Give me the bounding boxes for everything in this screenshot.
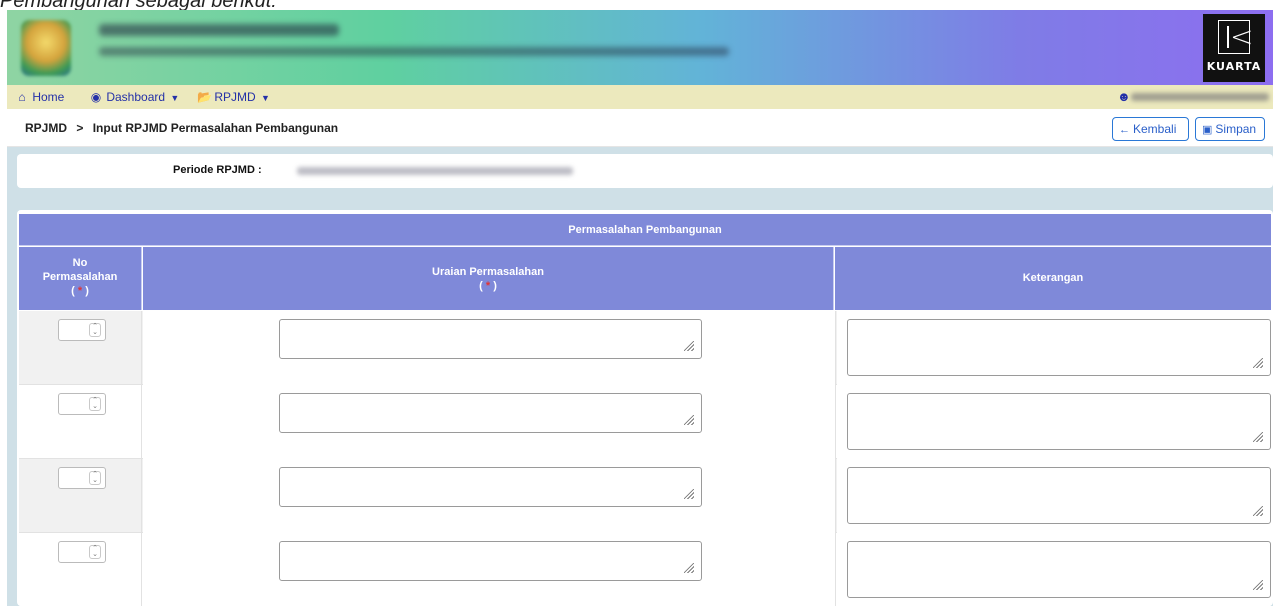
user-name-redacted[interactable] <box>1131 93 1269 101</box>
app-subtitle-redacted <box>99 47 729 56</box>
uraian-cell <box>143 533 836 606</box>
no-permasalahan-stepper[interactable]: ⌃ ⌄ <box>58 541 106 563</box>
folder-open-icon: 📂 <box>197 90 212 104</box>
column-header-uraian-label: Uraian Permasalahan <box>432 266 544 278</box>
keterangan-textarea[interactable] <box>847 393 1271 450</box>
no-permasalahan-stepper[interactable]: ⌃ ⌄ <box>58 393 106 415</box>
keterangan-cell <box>837 311 1271 385</box>
province-emblem-logo <box>21 20 71 76</box>
stepper-arrows-icon[interactable]: ⌃ ⌄ <box>89 323 101 337</box>
breadcrumb: RPJMD > Input RPJMD Permasalahan Pembang… <box>25 121 338 135</box>
table-row: ⌃ ⌄ <box>19 533 1271 606</box>
save-button-label: Simpan <box>1215 122 1257 136</box>
keterangan-cell <box>837 533 1271 606</box>
table-row: ⌃ ⌄ <box>19 311 1271 385</box>
nav-dashboard-dropdown[interactable]: ◉ Dashboard ▼ <box>89 88 180 106</box>
no-cell: ⌃ ⌄ <box>19 385 142 459</box>
uraian-cell <box>143 385 836 459</box>
kuarta-k-icon <box>1218 20 1253 54</box>
required-marker: ( * ) <box>71 285 89 297</box>
breadcrumb-current: Input RPJMD Permasalahan Pembangunan <box>92 121 339 135</box>
left-gutter <box>0 10 7 606</box>
save-button[interactable]: ▣ Simpan <box>1195 117 1265 141</box>
column-header-keterangan: Keterangan <box>835 247 1271 310</box>
periode-value-redacted <box>297 167 573 175</box>
breadcrumb-separator: > <box>76 121 84 135</box>
kuarta-logo: KUARTA <box>1203 14 1265 82</box>
keterangan-cell <box>837 385 1271 459</box>
table-row: ⌃ ⌄ <box>19 459 1271 533</box>
keterangan-textarea[interactable] <box>847 467 1271 524</box>
top-navbar: ⌂ Home ◉ Dashboard ▼ 📂 RPJMD ▼ ☻ <box>7 85 1273 109</box>
column-header-no-line2: Permasalahan <box>42 271 118 283</box>
no-cell: ⌃ ⌄ <box>19 533 142 606</box>
uraian-textarea[interactable] <box>279 319 702 359</box>
keterangan-textarea[interactable] <box>847 319 1271 376</box>
no-permasalahan-stepper[interactable]: ⌃ ⌄ <box>58 319 106 341</box>
save-icon: ▣ <box>1202 124 1213 136</box>
app-header: KUARTA <box>7 10 1273 85</box>
keterangan-cell <box>837 459 1271 533</box>
kuarta-logo-text: KUARTA <box>1206 60 1262 73</box>
nav-rpjmd-dropdown[interactable]: 📂 RPJMD ▼ <box>197 88 270 106</box>
stepper-arrows-icon[interactable]: ⌃ ⌄ <box>89 471 101 485</box>
table-row: ⌃ ⌄ <box>19 385 1271 459</box>
uraian-textarea[interactable] <box>279 393 702 433</box>
app-title-redacted <box>99 24 339 36</box>
nav-dashboard-label: Dashboard <box>106 90 166 104</box>
uraian-cell <box>143 311 836 385</box>
periode-label: Periode RPJMD : <box>173 164 262 176</box>
no-permasalahan-stepper[interactable]: ⌃ ⌄ <box>58 467 106 489</box>
stepper-arrows-icon[interactable]: ⌃ ⌄ <box>89 545 101 559</box>
periode-card: Periode RPJMD : <box>17 154 1273 188</box>
permasalahan-table: Permasalahan Pembangunan No Permasalahan… <box>17 210 1273 606</box>
stepper-arrows-icon[interactable]: ⌃ ⌄ <box>89 397 101 411</box>
no-cell: ⌃ ⌄ <box>19 459 142 533</box>
home-icon: ⌂ <box>18 90 26 104</box>
user-icon[interactable]: ☻ <box>1117 89 1131 104</box>
required-marker: ( * ) <box>479 280 497 292</box>
keterangan-textarea[interactable] <box>847 541 1271 598</box>
column-header-uraian: Uraian Permasalahan ( * ) <box>143 247 834 310</box>
uraian-cell <box>143 459 836 533</box>
nav-rpjmd-label: RPJMD <box>214 90 256 104</box>
breadcrumb-root[interactable]: RPJMD <box>25 121 67 135</box>
column-header-no: No Permasalahan ( * ) <box>19 247 142 310</box>
chevron-down-icon: ▼ <box>261 93 270 103</box>
right-gutter <box>1273 10 1282 606</box>
back-button-label: Kembali <box>1133 122 1177 136</box>
table-title: Permasalahan Pembangunan <box>19 214 1271 246</box>
uraian-textarea[interactable] <box>279 541 702 581</box>
breadcrumb-bar: RPJMD > Input RPJMD Permasalahan Pembang… <box>7 109 1273 147</box>
no-cell: ⌃ ⌄ <box>19 311 142 385</box>
arrow-left-icon: ← <box>1119 124 1130 136</box>
back-button[interactable]: ← Kembali <box>1112 117 1189 141</box>
nav-home-label: Home <box>32 90 65 104</box>
nav-home[interactable]: ⌂ Home <box>15 88 64 106</box>
dashboard-icon: ◉ <box>90 90 102 104</box>
page-caption: Pembangunan sebagai berikut: <box>0 0 277 12</box>
column-header-no-line1: No <box>72 257 88 269</box>
chevron-down-icon: ▼ <box>170 93 180 103</box>
uraian-textarea[interactable] <box>279 467 702 507</box>
